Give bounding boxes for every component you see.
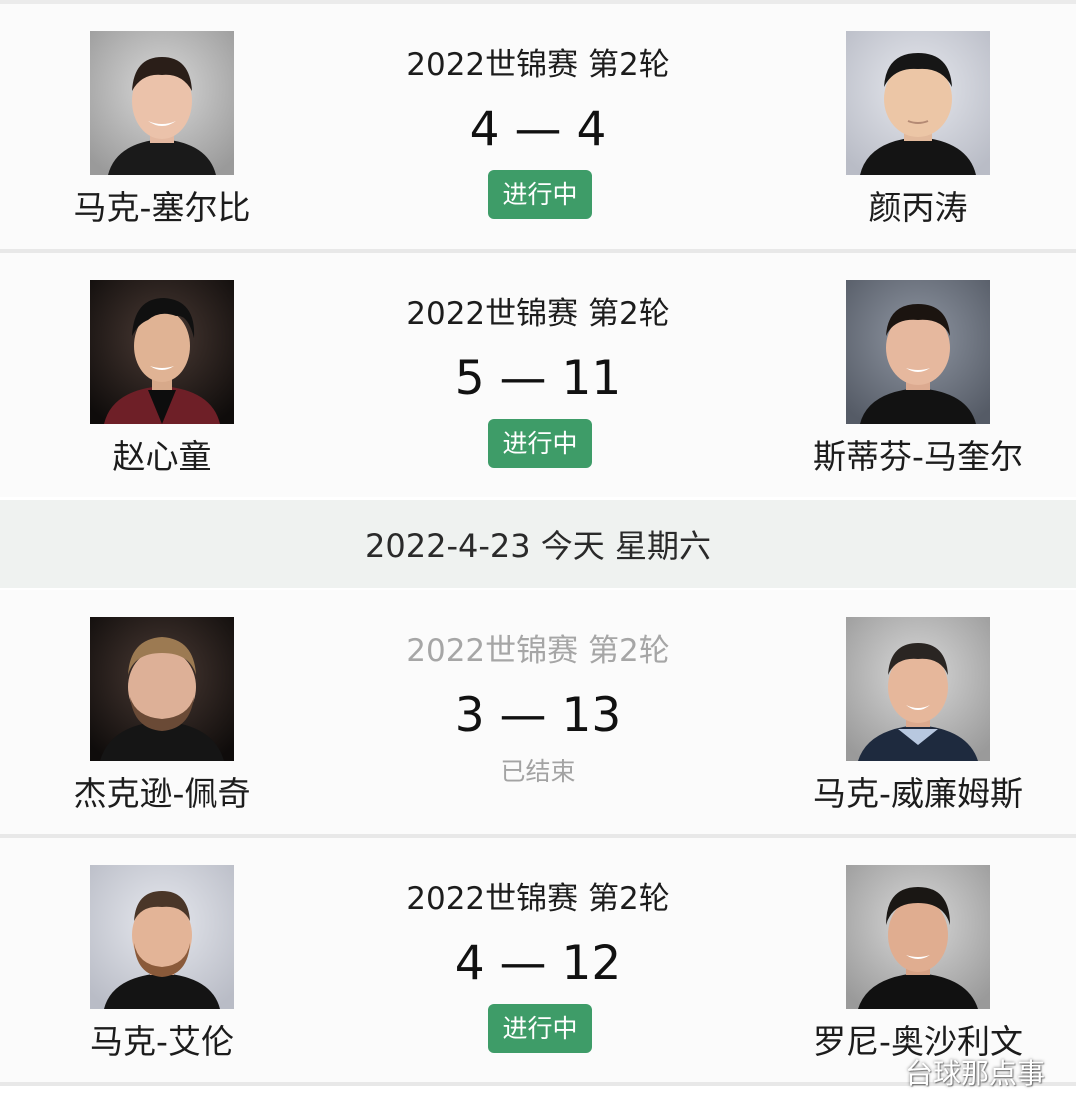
match-card[interactable]: 杰克逊-佩奇 2022世锦赛 第2轮 3 — 13 已结束 马克-威廉姆斯 bbox=[0, 590, 1076, 834]
player-photo-icon bbox=[846, 865, 990, 1009]
away-player-name: 斯蒂芬-马奎尔 bbox=[813, 437, 1023, 476]
player-photo-icon bbox=[90, 280, 234, 424]
status-badge: 进行中 bbox=[488, 419, 592, 468]
date-header-text: 2022-4-23 今天 星期六 bbox=[365, 527, 711, 565]
player-photo-icon bbox=[846, 31, 990, 175]
player-photo-icon bbox=[90, 865, 234, 1009]
match-score: 4 — 12 bbox=[454, 936, 622, 991]
player-photo-icon bbox=[846, 280, 990, 424]
match-card[interactable]: 赵心童 2022世锦赛 第2轮 5 — 11 进行中 斯蒂芬-马奎尔 bbox=[0, 253, 1076, 497]
away-player-name: 马克-威廉姆斯 bbox=[813, 774, 1023, 813]
home-player-name: 马克-艾伦 bbox=[90, 1022, 234, 1061]
match-round: 2022世锦赛 第2轮 bbox=[406, 881, 670, 917]
player-photo-icon bbox=[90, 31, 234, 175]
match-score: 4 — 4 bbox=[469, 102, 607, 157]
home-player-name: 赵心童 bbox=[112, 437, 212, 476]
match-card[interactable]: 马克-艾伦 2022世锦赛 第2轮 4 — 12 进行中 罗尼-奥沙利文 bbox=[0, 838, 1076, 1082]
status-badge: 进行中 bbox=[488, 170, 592, 219]
date-header: 2022-4-23 今天 星期六 bbox=[0, 500, 1076, 588]
status-badge: 进行中 bbox=[488, 1004, 592, 1053]
player-photo-icon bbox=[846, 617, 990, 761]
home-player-name: 杰克逊-佩奇 bbox=[73, 774, 251, 813]
watermark: 台球那点事 bbox=[905, 1057, 1046, 1090]
match-round: 2022世锦赛 第2轮 bbox=[406, 47, 670, 83]
away-player-name: 颜丙涛 bbox=[868, 188, 968, 227]
match-score: 5 — 11 bbox=[454, 351, 622, 406]
home-player-name: 马克-塞尔比 bbox=[73, 188, 251, 227]
match-card[interactable]: 马克-塞尔比 2022世锦赛 第2轮 4 — 4 进行中 颜丙涛 bbox=[0, 4, 1076, 249]
match-round: 2022世锦赛 第2轮 bbox=[406, 633, 670, 669]
match-score: 3 — 13 bbox=[454, 688, 622, 743]
status-text: 已结束 bbox=[500, 757, 576, 786]
player-photo-icon bbox=[90, 617, 234, 761]
match-round: 2022世锦赛 第2轮 bbox=[406, 296, 670, 332]
